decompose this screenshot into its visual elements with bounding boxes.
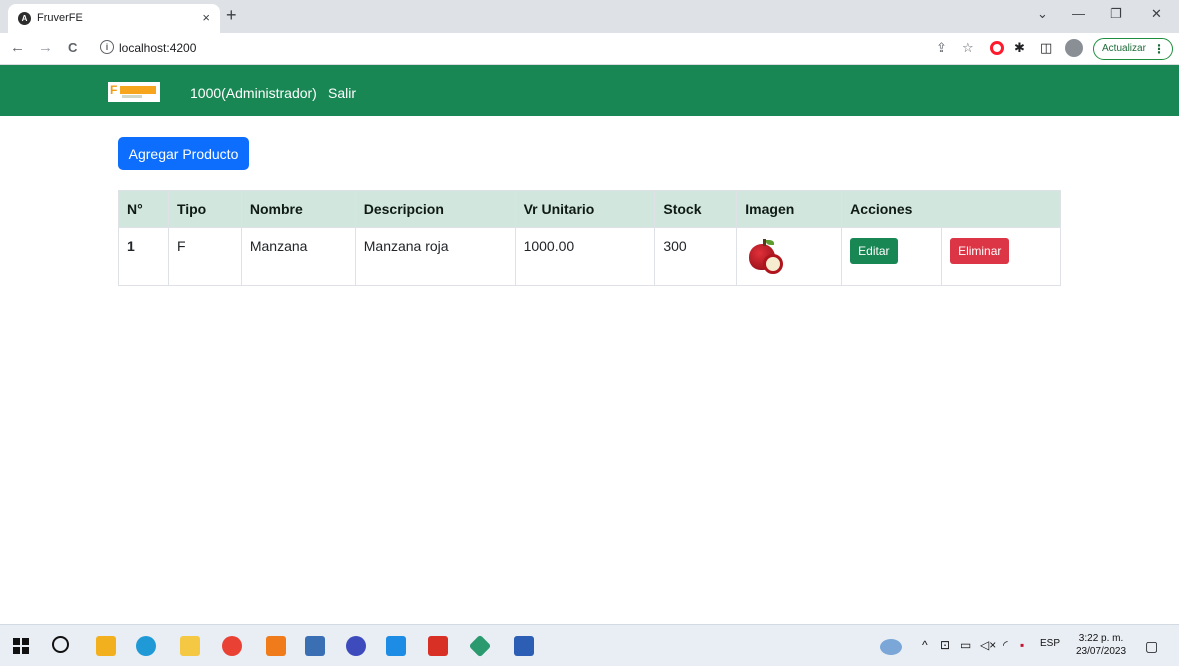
menu-dots-icon: ⋮ — [1153, 42, 1165, 56]
word-icon[interactable] — [514, 636, 534, 656]
table-row: 1 F Manzana Manzana roja 1000.00 300 Edi… — [118, 227, 1061, 286]
reload-icon[interactable]: C — [68, 39, 77, 57]
header-acciones: Acciones — [841, 190, 1061, 228]
site-info-icon[interactable]: i — [100, 40, 114, 54]
minimize-button[interactable]: — — [1072, 6, 1085, 21]
cell-descripcion: Manzana roja — [354, 227, 516, 286]
apple-image — [745, 238, 785, 278]
remote-desktop-icon[interactable] — [305, 636, 325, 656]
cell-delete: Eliminar — [941, 227, 1061, 286]
browser-toolbar: ← → C i localhost:4200 ⇪ ☆ ✱ ◫ Actualiza… — [0, 33, 1179, 65]
browser-tab-strip: A FruverFE × + ⌄ — ❐ ✕ — [0, 0, 1179, 33]
tab-title: FruverFE — [37, 12, 83, 24]
back-icon[interactable]: ← — [10, 39, 25, 57]
tray-chevron-icon[interactable]: ^ — [922, 638, 928, 652]
header-imagen: Imagen — [736, 190, 843, 228]
windows-start-icon[interactable] — [13, 638, 29, 654]
cell-vr-unitario: 1000.00 — [514, 227, 656, 286]
cell-num: 1 — [118, 227, 169, 286]
header-num: N° — [118, 190, 169, 228]
header-descripcion: Descripcion — [354, 190, 516, 228]
clock[interactable]: 3:22 p. m. 23/07/2023 — [1076, 632, 1126, 658]
eclipse-icon[interactable] — [346, 636, 366, 656]
opera-extension-icon[interactable] — [990, 41, 1004, 55]
sublime-icon[interactable] — [266, 636, 286, 656]
forward-icon[interactable]: → — [38, 39, 53, 57]
git-icon[interactable] — [468, 634, 492, 658]
edge-icon[interactable] — [136, 636, 156, 656]
notifications-icon[interactable]: ▢ — [1145, 638, 1158, 655]
restore-button[interactable]: ❐ — [1110, 6, 1122, 22]
update-button-label: Actualizar — [1102, 43, 1146, 54]
cell-nombre: Manzana — [240, 227, 356, 286]
side-panel-icon[interactable]: ◫ — [1040, 41, 1052, 55]
logout-link[interactable]: Salir — [328, 85, 356, 101]
language-indicator[interactable]: ESP — [1040, 638, 1060, 649]
header-stock: Stock — [654, 190, 738, 228]
edit-button[interactable]: Editar — [850, 238, 898, 264]
antivirus-icon[interactable]: ▪ — [1020, 638, 1024, 652]
clock-date: 23/07/2023 — [1076, 646, 1127, 657]
cell-edit: Editar — [841, 227, 943, 286]
browser-tab[interactable]: A FruverFE × — [8, 4, 220, 33]
volume-icon[interactable]: ◁× — [980, 638, 996, 652]
extensions-puzzle-icon[interactable]: ✱ — [1014, 41, 1025, 55]
logo-tagline — [122, 95, 142, 98]
bookmark-star-icon[interactable]: ☆ — [962, 41, 974, 55]
address-bar[interactable]: localhost:4200 — [119, 41, 196, 55]
app-navbar: F 1000(Administrador) Salir — [0, 65, 1179, 116]
header-tipo: Tipo — [167, 190, 242, 228]
new-tab-button[interactable]: + — [226, 6, 237, 24]
weather-icon[interactable] — [880, 639, 902, 655]
windows-taskbar: ^ ⊡ ▭ ◁× ◜ ▪ ESP 3:22 p. m. 23/07/2023 ▢ — [0, 624, 1179, 666]
acrobat-icon[interactable] — [428, 636, 448, 656]
wifi-icon[interactable]: ◜ — [1003, 638, 1008, 652]
cell-stock: 300 — [654, 227, 738, 286]
add-product-button[interactable]: Agregar Producto — [118, 137, 249, 170]
profile-avatar[interactable] — [1065, 39, 1083, 57]
logo-bar — [120, 86, 156, 94]
cell-tipo: F — [167, 227, 242, 286]
delete-button[interactable]: Eliminar — [950, 238, 1010, 264]
products-table: N° Tipo Nombre Descripcion Vr Unitario S… — [118, 190, 1061, 286]
app-logo[interactable]: F — [108, 82, 160, 102]
tab-search-dropdown-icon[interactable]: ⌄ — [1037, 6, 1048, 22]
tray-app-icon[interactable]: ⊡ — [940, 638, 950, 652]
nav-user-label: 1000(Administrador) — [190, 85, 317, 101]
header-nombre: Nombre — [240, 190, 356, 228]
file-explorer-icon[interactable] — [180, 636, 200, 656]
store-icon[interactable] — [96, 636, 116, 656]
search-icon[interactable] — [52, 636, 69, 653]
share-icon[interactable]: ⇪ — [936, 41, 947, 55]
close-tab-icon[interactable]: × — [202, 10, 210, 25]
logo-letter: F — [110, 83, 118, 97]
cell-imagen — [736, 227, 843, 286]
table-header-row: N° Tipo Nombre Descripcion Vr Unitario S… — [118, 190, 1061, 228]
chrome-icon[interactable] — [222, 636, 242, 656]
clock-time: 3:22 p. m. — [1078, 633, 1124, 644]
header-vr-unitario: Vr Unitario — [514, 190, 656, 228]
update-button[interactable]: Actualizar ⋮ — [1093, 38, 1173, 60]
battery-icon[interactable]: ▭ — [960, 638, 971, 652]
angular-icon: A — [18, 12, 31, 25]
vscode-icon[interactable] — [386, 636, 406, 656]
close-window-button[interactable]: ✕ — [1151, 6, 1162, 22]
